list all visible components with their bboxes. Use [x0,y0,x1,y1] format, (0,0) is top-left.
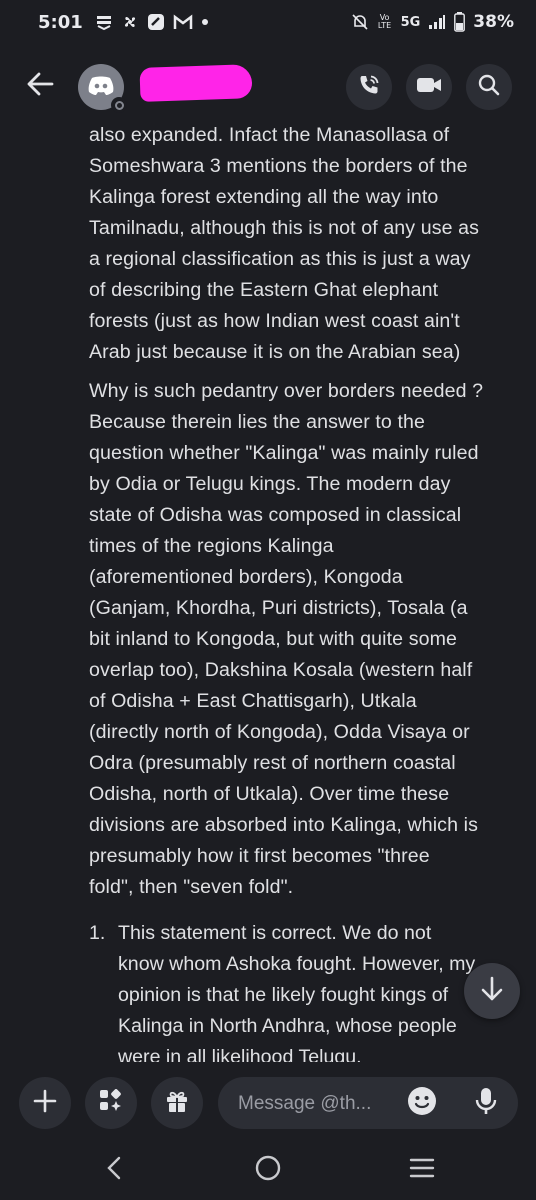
search-icon [477,73,501,101]
voice-message-button[interactable] [470,1087,502,1119]
apps-button[interactable] [85,1077,137,1129]
avatar[interactable] [78,64,127,113]
status-bar: 5:01 Vo LTE 5G 38% [0,0,536,44]
microphone-icon [475,1086,497,1120]
emoji-button[interactable] [406,1087,438,1119]
gmail-icon [173,14,193,30]
list-item-text: This statement is correct. We do not kno… [118,922,476,1062]
arrow-down-icon [480,976,504,1006]
video-camera-icon [416,75,442,99]
mute-icon [351,13,369,31]
message-paragraph: also expanded. Infact the Manasollasa of… [89,124,480,363]
status-bar-right: Vo LTE 5G 38% [351,12,514,32]
voice-call-button[interactable] [346,64,392,110]
add-attachment-button[interactable] [19,1077,71,1129]
status-bar-left: 5:01 [38,12,209,33]
recents-icon [409,1157,435,1183]
back-button[interactable] [20,66,60,106]
gift-button[interactable] [151,1077,203,1129]
back-arrow-icon [26,72,54,100]
gift-icon [164,1088,190,1118]
battery-icon [454,12,466,32]
phone-call-icon [357,73,381,101]
message-paragraph: Why is such pedantry over borders needed… [89,380,484,898]
signal-icon [428,14,446,30]
redacted-username [139,64,253,102]
chevron-left-icon [106,1156,122,1184]
list-item-number: 1. [89,922,106,944]
discord-dm-screen: 5:01 Vo LTE 5G 38% also expanded. Infact… [0,0,536,1200]
dot-icon [201,18,209,26]
chat-header [0,44,536,124]
message-input[interactable] [236,1089,390,1119]
nav-back-button[interactable] [92,1152,136,1188]
status-time: 5:01 [38,11,83,33]
notification-icon [95,13,113,31]
jump-to-present-button[interactable] [464,963,520,1019]
message-input-container [218,1077,518,1129]
battery-percent: 38% [473,12,514,32]
home-circle-icon [254,1154,282,1186]
system-navigation-bar [0,1142,536,1200]
apps-sparkle-icon [98,1088,124,1118]
smiley-icon [407,1086,437,1120]
message-composer [0,1062,536,1142]
discord-logo-icon [87,74,115,100]
video-call-button[interactable] [406,64,452,110]
app-icon [147,13,165,31]
message-list[interactable]: also expanded. Infact the Manasollasa of… [0,124,536,1062]
network-label: 5G [400,14,421,30]
offline-status-badge [111,97,127,113]
nav-home-button[interactable] [246,1152,290,1188]
status-dot [114,100,124,110]
volte-label: Vo LTE [377,13,392,30]
search-button[interactable] [466,64,512,110]
fan-icon [121,13,139,31]
nav-recents-button[interactable] [400,1152,444,1188]
plus-icon [32,1088,58,1118]
